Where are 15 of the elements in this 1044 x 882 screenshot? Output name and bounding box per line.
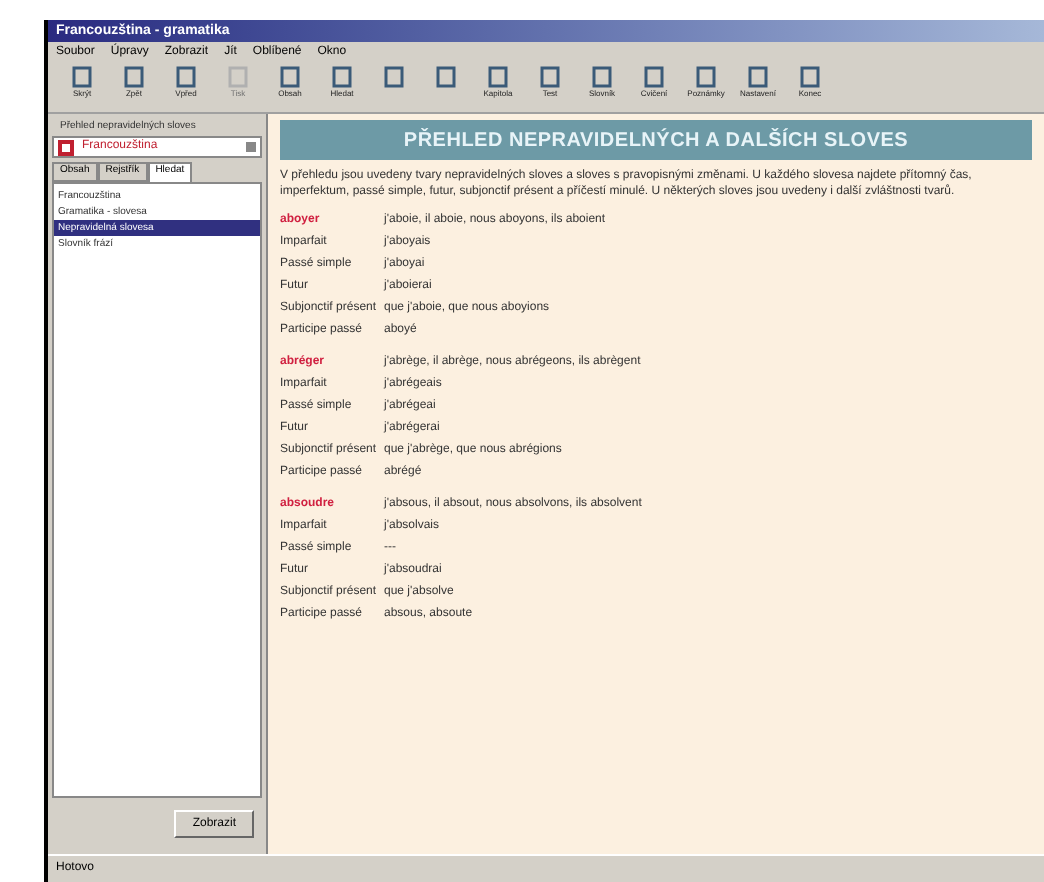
toolbar-icon[interactable] [644, 66, 664, 88]
toolbar-icon[interactable] [436, 66, 456, 88]
toolbar-icon[interactable] [748, 66, 768, 88]
toolbar-icon[interactable] [800, 66, 820, 88]
toolbar-icon[interactable] [592, 66, 612, 88]
page-heading: PŘEHLED NEPRAVIDELNÝCH A DALŠÍCH SLOVES [403, 126, 909, 155]
toolbar-icon[interactable] [72, 66, 92, 88]
toolbar-icon[interactable] [540, 66, 560, 88]
toolbar-icon[interactable] [124, 66, 144, 88]
toolbar-icon[interactable] [696, 66, 716, 88]
toolbar-icon[interactable] [384, 66, 404, 88]
toolbar-icon[interactable] [176, 66, 196, 88]
toolbar-icon[interactable] [280, 66, 300, 88]
toolbar-icon[interactable] [488, 66, 508, 88]
toolbar-icon[interactable] [332, 66, 352, 88]
